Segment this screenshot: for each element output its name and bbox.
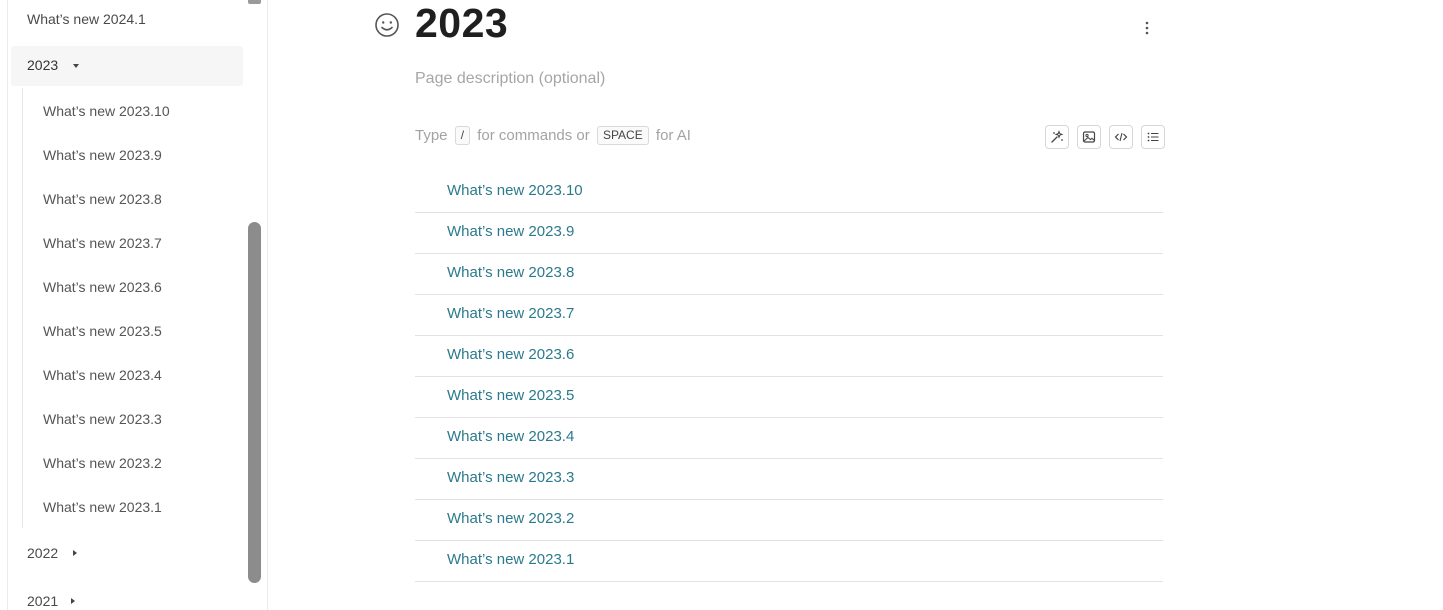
sidebar: What’s new 2024.1 2023 What’s new 2023.1… — [0, 0, 268, 610]
hint-text: Type — [415, 127, 448, 144]
child-page-link[interactable]: What’s new 2023.5 — [447, 387, 574, 404]
child-page-row[interactable]: What’s new 2023.3 — [415, 459, 1163, 500]
sidebar-group-2021[interactable]: 2021 — [27, 593, 58, 609]
sidebar-subitem[interactable]: What’s new 2023.7 — [43, 235, 162, 251]
chevron-right-icon — [71, 598, 75, 604]
tree-guide-line — [22, 88, 23, 528]
child-page-row[interactable]: What’s new 2023.4 — [415, 418, 1163, 459]
sidebar-subitem[interactable]: What’s new 2023.6 — [43, 279, 162, 295]
hint-text: for commands or — [477, 127, 590, 144]
sidebar-border — [7, 0, 8, 610]
insert-code-button[interactable] — [1109, 125, 1133, 149]
child-page-row[interactable]: What’s new 2023.10 — [415, 172, 1163, 213]
sidebar-group-label: 2023 — [27, 57, 59, 73]
sidebar-group-2023[interactable]: 2023 — [11, 46, 243, 86]
hint-text: for AI — [655, 127, 691, 144]
more-options-icon[interactable] — [1137, 18, 1157, 38]
child-pages-list: What’s new 2023.10 What’s new 2023.9 Wha… — [415, 172, 1163, 582]
space-key: SPACE — [596, 126, 649, 145]
sidebar-subitem[interactable]: What’s new 2023.2 — [43, 455, 162, 471]
child-page-link[interactable]: What’s new 2023.2 — [447, 510, 574, 527]
slash-key: / — [454, 126, 471, 145]
child-page-row[interactable]: What’s new 2023.1 — [415, 541, 1163, 582]
chevron-down-icon — [73, 64, 79, 68]
sidebar-subitem[interactable]: What’s new 2023.9 — [43, 147, 162, 163]
sidebar-group-label: 2021 — [27, 593, 59, 609]
sidebar-subitem[interactable]: What’s new 2023.1 — [43, 499, 162, 515]
image-icon — [1082, 131, 1096, 143]
page-description-field[interactable]: Page description (optional) — [415, 70, 605, 88]
sidebar-group-label: 2022 — [27, 545, 59, 561]
emoji-icon[interactable] — [373, 11, 401, 39]
child-page-row[interactable]: What’s new 2023.2 — [415, 500, 1163, 541]
scrollbar-top-cap — [248, 0, 261, 4]
sidebar-subitem[interactable]: What’s new 2023.3 — [43, 411, 162, 427]
chevron-right-icon — [73, 550, 77, 556]
child-page-link[interactable]: What’s new 2023.4 — [447, 428, 574, 445]
child-page-link[interactable]: What’s new 2023.7 — [447, 305, 574, 322]
sidebar-group-2022[interactable]: 2022 — [27, 545, 58, 561]
child-page-link[interactable]: What’s new 2023.10 — [447, 182, 583, 199]
insert-list-button[interactable] — [1141, 125, 1165, 149]
sidebar-scrollbar[interactable] — [248, 222, 261, 583]
sidebar-subitem[interactable]: What’s new 2023.10 — [43, 103, 170, 119]
page-title[interactable]: 2023 — [415, 0, 508, 46]
sidebar-subitem[interactable]: What’s new 2023.5 — [43, 323, 162, 339]
child-page-link[interactable]: What’s new 2023.1 — [447, 551, 574, 568]
child-page-link[interactable]: What’s new 2023.9 — [447, 223, 574, 240]
sidebar-item-2024-1[interactable]: What’s new 2024.1 — [27, 11, 146, 27]
sidebar-subitem[interactable]: What’s new 2023.8 — [43, 191, 162, 207]
editor-hint[interactable]: Type / for commands or SPACE for AI — [415, 126, 691, 146]
child-page-link[interactable]: What’s new 2023.8 — [447, 264, 574, 281]
child-page-link[interactable]: What’s new 2023.6 — [447, 346, 574, 363]
code-icon — [1114, 132, 1128, 142]
list-icon — [1147, 132, 1159, 142]
insert-image-button[interactable] — [1077, 125, 1101, 149]
child-page-row[interactable]: What’s new 2023.5 — [415, 377, 1163, 418]
ai-sparkle-icon — [1051, 130, 1064, 143]
child-page-row[interactable]: What’s new 2023.9 — [415, 213, 1163, 254]
ai-sparkle-button[interactable] — [1045, 125, 1069, 149]
child-page-row[interactable]: What’s new 2023.8 — [415, 254, 1163, 295]
child-page-link[interactable]: What’s new 2023.3 — [447, 469, 574, 486]
sidebar-subitem[interactable]: What’s new 2023.4 — [43, 367, 162, 383]
child-page-row[interactable]: What’s new 2023.7 — [415, 295, 1163, 336]
child-page-row[interactable]: What’s new 2023.6 — [415, 336, 1163, 377]
